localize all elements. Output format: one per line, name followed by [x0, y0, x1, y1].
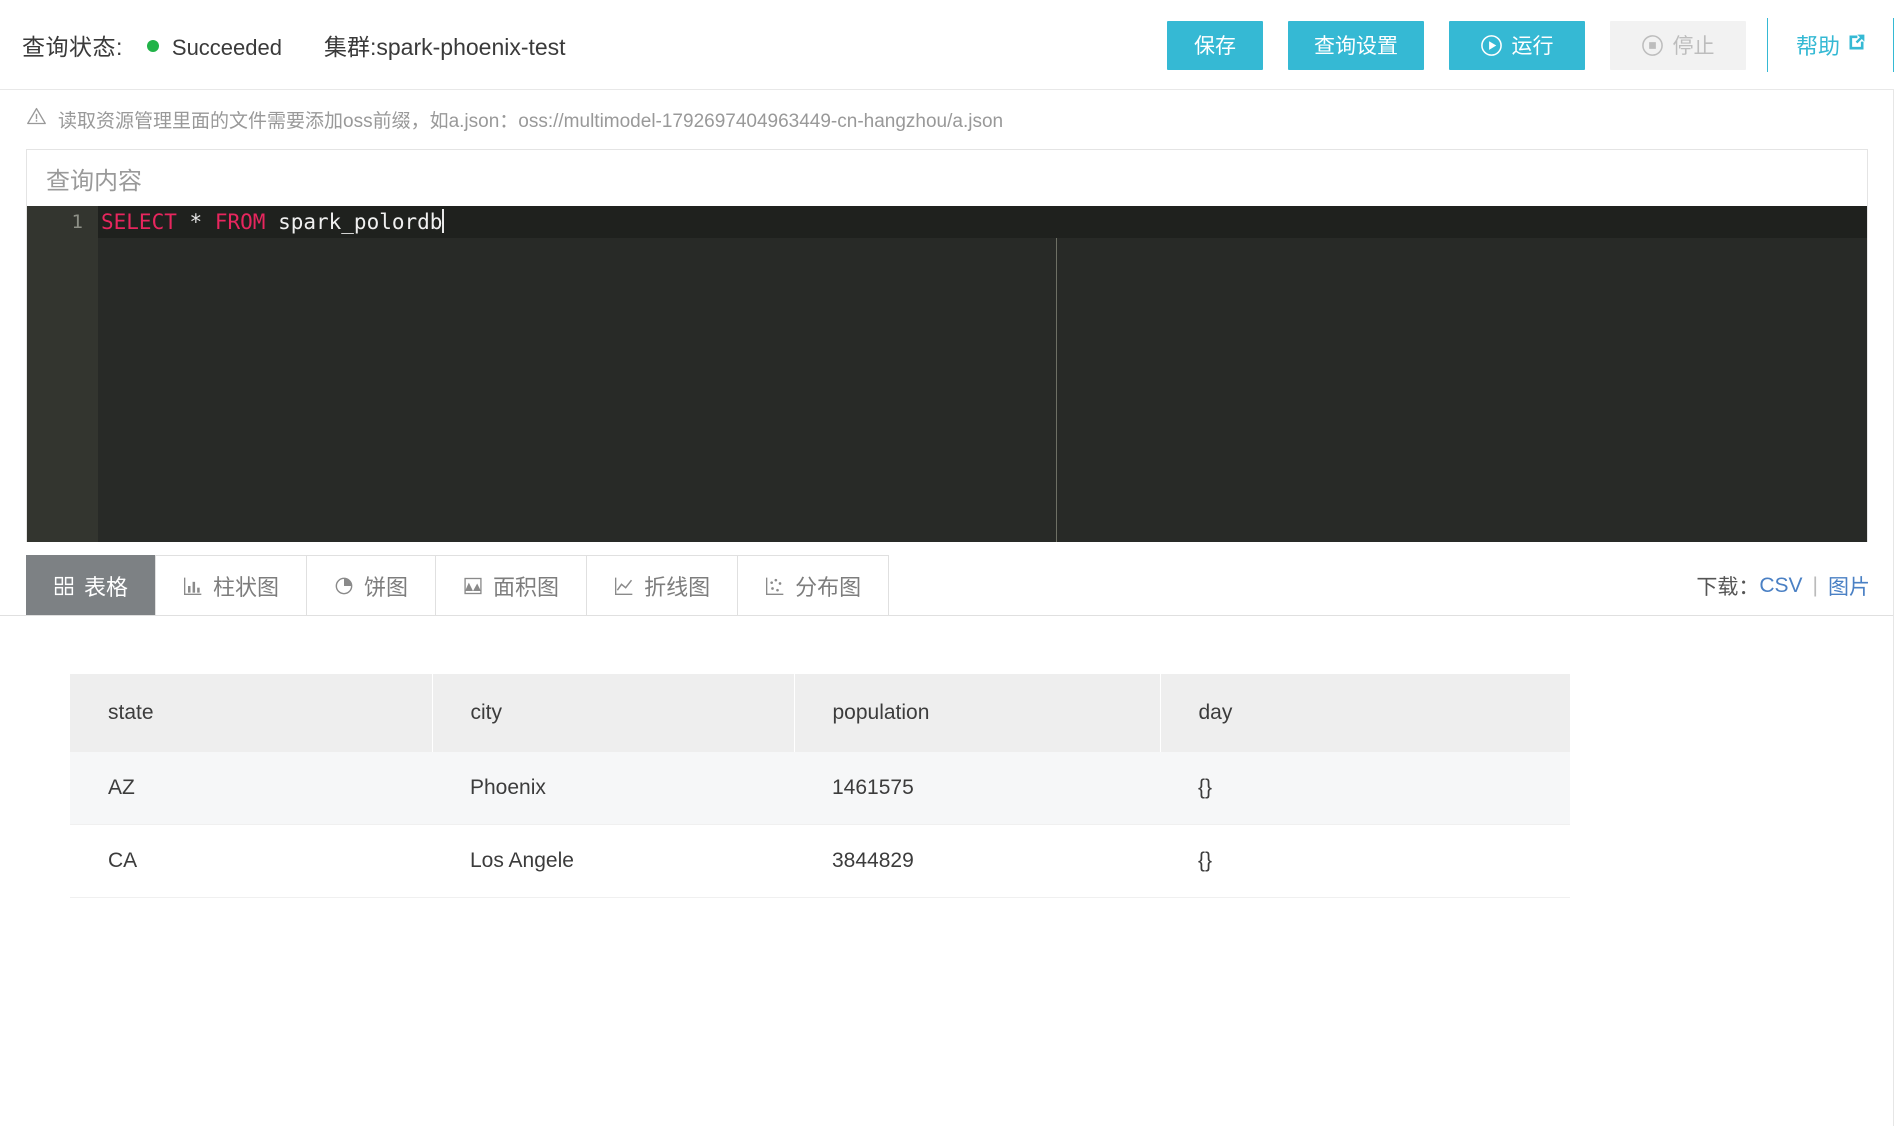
header-actions: 保存 查询设置 运行 停止 帮助: [1167, 0, 1894, 90]
table-header-row: state city population day: [70, 674, 1570, 752]
sql-editor-panel: 查询内容 1 SELECT * FROM spark_polordb: [26, 149, 1868, 542]
app-header: 查询状态: Succeeded 集群:spark-phoenix-test 保存…: [0, 0, 1894, 90]
run-button[interactable]: 运行: [1449, 21, 1585, 70]
cell-day: {}: [1160, 752, 1570, 825]
sql-operator-star: [177, 210, 190, 234]
table-grid-icon: [54, 576, 74, 596]
editor-vertical-ruler: [1056, 238, 1057, 542]
sql-keyword-from: FROM: [215, 210, 266, 234]
cell-population: 1461575: [794, 752, 1160, 825]
download-image-link[interactable]: 图片: [1828, 571, 1870, 601]
tab-scatter-plot[interactable]: 分布图: [737, 555, 889, 615]
cell-day: {}: [1160, 825, 1570, 898]
run-button-label: 运行: [1511, 30, 1553, 60]
bar-chart-icon: [183, 576, 203, 596]
text-caret: [442, 209, 444, 233]
oss-prefix-notice-text: 读取资源管理里面的文件需要添加oss前缀，如a.json：oss://multi…: [58, 106, 1003, 133]
query-settings-button-label: 查询设置: [1314, 30, 1398, 60]
scatter-plot-icon: [765, 576, 785, 596]
column-header-state[interactable]: state: [70, 674, 432, 752]
tab-scatter-plot-label: 分布图: [795, 570, 861, 602]
result-table-body: AZ Phoenix 1461575 {} CA Los Angele 3844…: [70, 752, 1570, 898]
result-table: state city population day AZ Phoenix 146…: [70, 674, 1571, 898]
line-number-1: 1: [27, 206, 83, 238]
sql-code-line-1[interactable]: SELECT * FROM spark_polordb: [101, 206, 444, 238]
external-link-icon: [1846, 32, 1867, 59]
download-label: 下载：: [1696, 571, 1759, 601]
help-button-label: 帮助: [1796, 29, 1840, 61]
result-view-tabs: 表格 柱状图 饼图 面积图: [0, 554, 1894, 616]
sql-table-identifier: spark_polordb: [278, 210, 442, 234]
save-button-label: 保存: [1194, 30, 1236, 60]
table-row: CA Los Angele 3844829 {}: [70, 825, 1570, 898]
stop-circle-icon: [1641, 34, 1664, 57]
cell-city: Los Angele: [432, 825, 794, 898]
area-chart-icon: [463, 576, 483, 596]
tab-pie-chart[interactable]: 饼图: [306, 555, 436, 615]
tab-pie-chart-label: 饼图: [364, 570, 408, 602]
sql-keyword-select: SELECT: [101, 210, 177, 234]
cell-population: 3844829: [794, 825, 1160, 898]
line-chart-icon: [614, 576, 634, 596]
cluster-name: 集群:spark-phoenix-test: [324, 28, 566, 62]
tab-area-chart[interactable]: 面积图: [435, 555, 587, 615]
tab-line-chart[interactable]: 折线图: [586, 555, 738, 615]
download-csv-link[interactable]: CSV: [1759, 574, 1802, 598]
column-header-population[interactable]: population: [794, 674, 1160, 752]
column-header-day[interactable]: day: [1160, 674, 1570, 752]
stop-button[interactable]: 停止: [1610, 21, 1746, 70]
tab-table-label: 表格: [84, 570, 128, 602]
result-table-head: state city population day: [70, 674, 1570, 752]
tab-bar-chart[interactable]: 柱状图: [155, 555, 307, 615]
query-status-value: Succeeded: [172, 35, 282, 61]
warning-triangle-icon: [26, 106, 47, 133]
tab-bar-chart-label: 柱状图: [213, 570, 279, 602]
sql-code-area[interactable]: 1 SELECT * FROM spark_polordb: [27, 206, 1867, 542]
cell-state: CA: [70, 825, 432, 898]
query-status-group: 查询状态: Succeeded 集群:spark-phoenix-test: [22, 28, 566, 62]
stop-button-label: 停止: [1672, 30, 1714, 60]
help-button[interactable]: 帮助: [1768, 15, 1893, 75]
cell-city: Phoenix: [432, 752, 794, 825]
sql-star-token: *: [190, 210, 203, 234]
sql-space-2: [202, 210, 215, 234]
save-button[interactable]: 保存: [1167, 21, 1263, 70]
sql-editor-title: 查询内容: [27, 150, 1867, 206]
tab-area-chart-label: 面积图: [493, 570, 559, 602]
tab-line-chart-label: 折线图: [644, 570, 710, 602]
column-header-city[interactable]: city: [432, 674, 794, 752]
status-dot-icon: [147, 40, 159, 52]
line-number-gutter: [27, 206, 98, 542]
oss-prefix-notice: 读取资源管理里面的文件需要添加oss前缀，如a.json：oss://multi…: [0, 90, 1894, 149]
cell-state: AZ: [70, 752, 432, 825]
play-circle-icon: [1480, 34, 1503, 57]
download-group: 下载： CSV | 图片: [1696, 571, 1870, 601]
table-row: AZ Phoenix 1461575 {}: [70, 752, 1570, 825]
result-table-region: state city population day AZ Phoenix 146…: [0, 616, 1894, 898]
pie-chart-icon: [334, 576, 354, 596]
tab-table[interactable]: 表格: [26, 555, 156, 615]
download-separator: |: [1813, 574, 1818, 598]
query-settings-button[interactable]: 查询设置: [1288, 21, 1424, 70]
query-status-label: 查询状态:: [22, 28, 123, 62]
sql-space-3: [265, 210, 278, 234]
